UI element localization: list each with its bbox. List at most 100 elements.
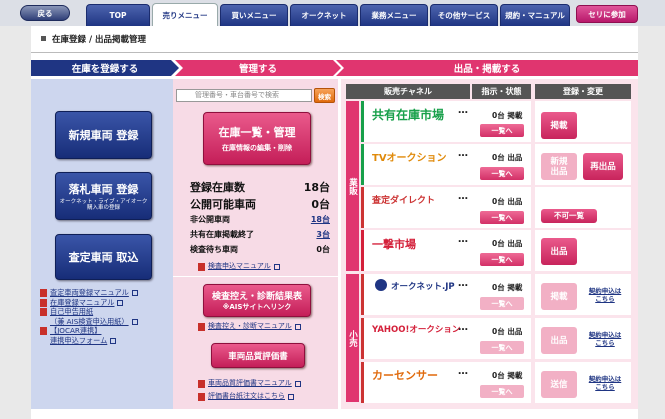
stock-list-button[interactable]: 在庫一覧・管理在庫情報の編集・削除	[203, 112, 311, 165]
stock-value: 18台	[303, 180, 330, 194]
manual-link[interactable]: 査定車両登録マニュアル	[50, 288, 129, 298]
quality-report-button[interactable]: 車両品質評価書	[211, 343, 305, 368]
stock-row: 登録在庫数 18台	[190, 178, 330, 195]
list-button[interactable]: 一覧へ	[480, 124, 524, 137]
manual-link[interactable]: 自己申告用紙	[50, 307, 93, 317]
search-input[interactable]: 管理番号・車台番号で検索	[176, 89, 312, 102]
ais-manual-link[interactable]: 検査控え・診断マニュアル	[198, 321, 301, 331]
tab-top[interactable]: TOP	[86, 4, 150, 26]
stock-label: 登録在庫数	[190, 180, 245, 194]
won-vehicle-register-button[interactable]: 落札車両 登録 オークネット・ライブ・アイオーク 購入車の登録	[55, 172, 152, 220]
external-link-icon	[273, 264, 280, 270]
tab-terms-manual[interactable]: 規約・マニュアル	[500, 4, 570, 26]
dots: …	[458, 322, 469, 333]
stock-value-link[interactable]: 18台	[311, 214, 330, 225]
external-link-icon	[110, 337, 117, 344]
link-label: 検査申込マニュアル	[208, 262, 271, 270]
tab-buy-menu[interactable]: 買いメニュー	[220, 4, 288, 26]
register-manual-links: 査定車両登録マニュアル 在庫登録マニュアル 自己申告用紙 （兼 AIS検査申込用…	[40, 288, 170, 345]
inspection-manual-link[interactable]: 検査申込マニュアル	[198, 261, 280, 271]
contract-apply-link[interactable]: 契約申込は こちら	[583, 287, 627, 303]
group-label-wholesale: 業販	[346, 101, 359, 271]
link-label: 評価書台紙注文はこちら	[208, 392, 285, 400]
aucnet-logo-icon	[375, 279, 387, 291]
pdf-icon	[40, 289, 47, 297]
pdf-icon	[40, 327, 47, 335]
pdf-icon	[40, 308, 47, 316]
pdf-icon	[40, 298, 47, 307]
contract-apply-link[interactable]: 契約申込は こちら	[583, 375, 627, 391]
list-button[interactable]: 一覧へ	[480, 341, 524, 354]
post-button[interactable]: 掲載	[541, 283, 577, 310]
stock-row: 非公開車両 18台	[190, 212, 330, 227]
rejected-list-button[interactable]: 不可一覧	[541, 209, 597, 223]
section-manage-header: 管理する	[175, 60, 341, 76]
external-link-icon	[131, 318, 138, 325]
tab-business-menu[interactable]: 業務メニュー	[360, 4, 428, 26]
square-bullet-icon	[41, 36, 46, 41]
external-link-icon	[117, 299, 124, 306]
pdf-icon	[198, 322, 205, 331]
listing-button[interactable]: 出品	[541, 238, 577, 265]
channel-count: 0台 掲載	[492, 371, 523, 380]
join-auction-button[interactable]: セリに参加	[576, 5, 638, 23]
button-label: 新規車両 登録	[68, 129, 139, 142]
column-header-register: 登録・変更	[535, 84, 631, 99]
column-header-channel: 販売チャネル	[346, 84, 470, 99]
channel-count: 0台 掲載	[492, 283, 523, 292]
button-label: 査定車両 取込	[68, 251, 139, 264]
divider	[173, 276, 338, 277]
link-label: 車両品質評価書マニュアル	[208, 379, 292, 387]
list-button[interactable]: 一覧へ	[480, 211, 524, 224]
tab-aucnet[interactable]: オークネット	[290, 4, 358, 26]
relist-button[interactable]: 再出品	[583, 153, 623, 180]
stock-label: 公開可能車両	[190, 197, 256, 211]
send-button[interactable]: 送信	[541, 371, 577, 398]
stock-label: 非公開車両	[190, 215, 230, 224]
external-link-icon	[288, 394, 294, 400]
manual-link[interactable]: 在庫登録マニュアル	[50, 298, 114, 308]
divider	[31, 52, 638, 53]
channel-count: 0台 出品	[492, 327, 523, 336]
search-button[interactable]: 検索	[314, 88, 335, 103]
external-link-icon	[294, 381, 301, 387]
dots: …	[458, 148, 469, 159]
tab-sell-menu[interactable]: 売りメニュー	[152, 3, 218, 26]
new-vehicle-register-button[interactable]: 新規車両 登録	[55, 111, 152, 159]
appraisal-vehicle-import-button[interactable]: 査定車両 取込	[55, 234, 152, 280]
breadcrumb: 在庫登録 / 出品掲載管理	[31, 33, 638, 49]
quality-manual-link[interactable]: 車両品質評価書マニュアル	[198, 378, 301, 388]
ais-result-button[interactable]: 検査控え・診断結果表 ※AISサイトへリンク	[203, 284, 311, 317]
stock-label: 共有在庫掲載終了	[190, 230, 254, 239]
button-sublabel: ※AISサイトへリンク	[222, 303, 292, 311]
button-sublabel: 在庫情報の編集・削除	[222, 144, 292, 152]
back-button[interactable]: 戻る	[20, 5, 70, 21]
listing-button[interactable]: 出品	[541, 327, 577, 354]
dots: …	[458, 366, 469, 377]
section-register-header: 在庫を登録する	[31, 60, 179, 76]
manual-link[interactable]: （兼 AIS検査申込用紙）	[50, 317, 129, 327]
channel-logo: TVオークション	[372, 153, 447, 164]
list-button[interactable]: 一覧へ	[480, 167, 524, 180]
stock-value-link[interactable]: 3台	[316, 229, 330, 240]
link-label: 検査控え・診断マニュアル	[208, 322, 292, 330]
channel-logo: 共有在庫市場	[372, 108, 445, 122]
quality-order-link[interactable]: 評価書台紙注文はこちら	[198, 391, 294, 401]
contract-apply-link[interactable]: 契約申込は こちら	[583, 331, 627, 347]
column-header-status: 指示・状態	[472, 84, 531, 99]
post-button[interactable]: 掲載	[541, 112, 577, 139]
stock-row: 公開可能車両 0台	[190, 195, 330, 212]
channel-logo: 一撃市場	[372, 238, 416, 251]
button-label: 在庫一覧・管理	[218, 126, 296, 139]
list-button[interactable]: 一覧へ	[480, 385, 524, 398]
manual-link[interactable]: 【JOCAR連携】	[50, 326, 101, 336]
channel-logo: カーセンサー	[372, 369, 438, 382]
channel-count: 0台 出品	[492, 197, 523, 206]
channel-count: 0台 出品	[492, 239, 523, 248]
manual-link[interactable]: 連携申込フォーム	[50, 336, 107, 346]
tab-other-services[interactable]: その他サービス	[430, 4, 498, 26]
new-listing-button[interactable]: 新規 出品	[541, 153, 577, 180]
list-button[interactable]: 一覧へ	[480, 253, 524, 266]
stock-row: 検査待ち車両 0台	[190, 242, 330, 257]
list-button[interactable]: 一覧へ	[480, 297, 524, 310]
